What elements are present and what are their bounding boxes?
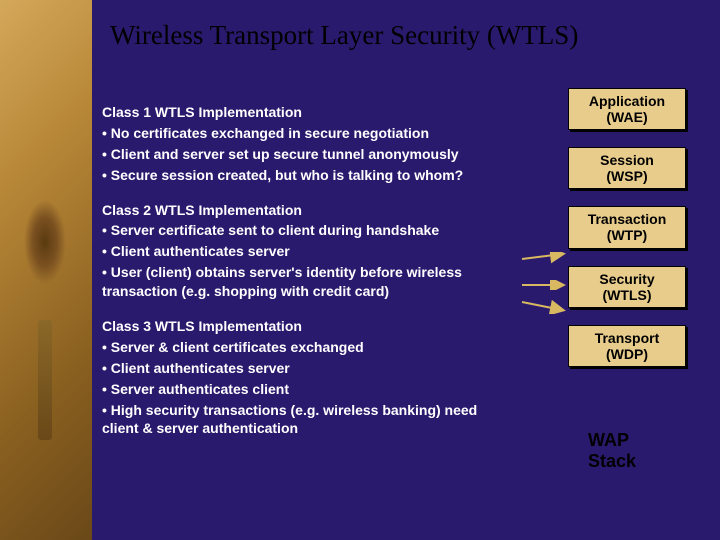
slide-title: Wireless Transport Layer Security (WTLS) bbox=[110, 20, 578, 51]
stack-label-line: Stack bbox=[588, 451, 636, 472]
class2-heading: Class 2 WTLS Implementation bbox=[102, 201, 511, 220]
layer-name: Application bbox=[571, 93, 683, 109]
stack-label: WAP Stack bbox=[588, 430, 636, 471]
stack-layer-transport: Transport (WDP) bbox=[568, 325, 686, 367]
layer-name: Security bbox=[571, 271, 683, 287]
arrow-icon bbox=[520, 252, 570, 266]
stack-layer-transaction: Transaction (WTP) bbox=[568, 206, 686, 248]
stack-layer-security: Security (WTLS) bbox=[568, 266, 686, 308]
class1-heading: Class 1 WTLS Implementation bbox=[102, 103, 511, 122]
layer-protocol: (WAE) bbox=[571, 109, 683, 125]
class1-bullet: • Client and server set up secure tunnel… bbox=[102, 145, 511, 164]
class1-bullet: • No certificates exchanged in secure ne… bbox=[102, 124, 511, 143]
class3-heading: Class 3 WTLS Implementation bbox=[102, 317, 511, 336]
arrow-icon bbox=[520, 280, 570, 290]
layer-name: Transport bbox=[571, 330, 683, 346]
arrow-icon bbox=[520, 300, 570, 314]
layer-name: Transaction bbox=[571, 211, 683, 227]
stack-layer-application: Application (WAE) bbox=[568, 88, 686, 130]
class2-bullet: • User (client) obtains server's identit… bbox=[102, 263, 511, 301]
class3-bullet: • High security transactions (e.g. wirel… bbox=[102, 401, 511, 439]
layer-protocol: (WDP) bbox=[571, 346, 683, 362]
class3-bullet: • Server authenticates client bbox=[102, 380, 511, 399]
layer-name: Session bbox=[571, 152, 683, 168]
stack-layer-session: Session (WSP) bbox=[568, 147, 686, 189]
stack-label-line: WAP bbox=[588, 430, 636, 451]
layer-protocol: (WTP) bbox=[571, 227, 683, 243]
class3-bullet: • Client authenticates server bbox=[102, 359, 511, 378]
sidebar-key-image bbox=[0, 0, 92, 540]
class2-bullet: • Client authenticates server bbox=[102, 242, 511, 261]
layer-protocol: (WSP) bbox=[571, 168, 683, 184]
class3-bullet: • Server & client certificates exchanged bbox=[102, 338, 511, 357]
content-text: Class 1 WTLS Implementation • No certifi… bbox=[94, 97, 519, 446]
class1-bullet: • Secure session created, but who is tal… bbox=[102, 166, 511, 185]
class2-bullet: • Server certificate sent to client duri… bbox=[102, 221, 511, 240]
layer-protocol: (WTLS) bbox=[571, 287, 683, 303]
wap-stack: Application (WAE) Session (WSP) Transact… bbox=[568, 88, 686, 384]
